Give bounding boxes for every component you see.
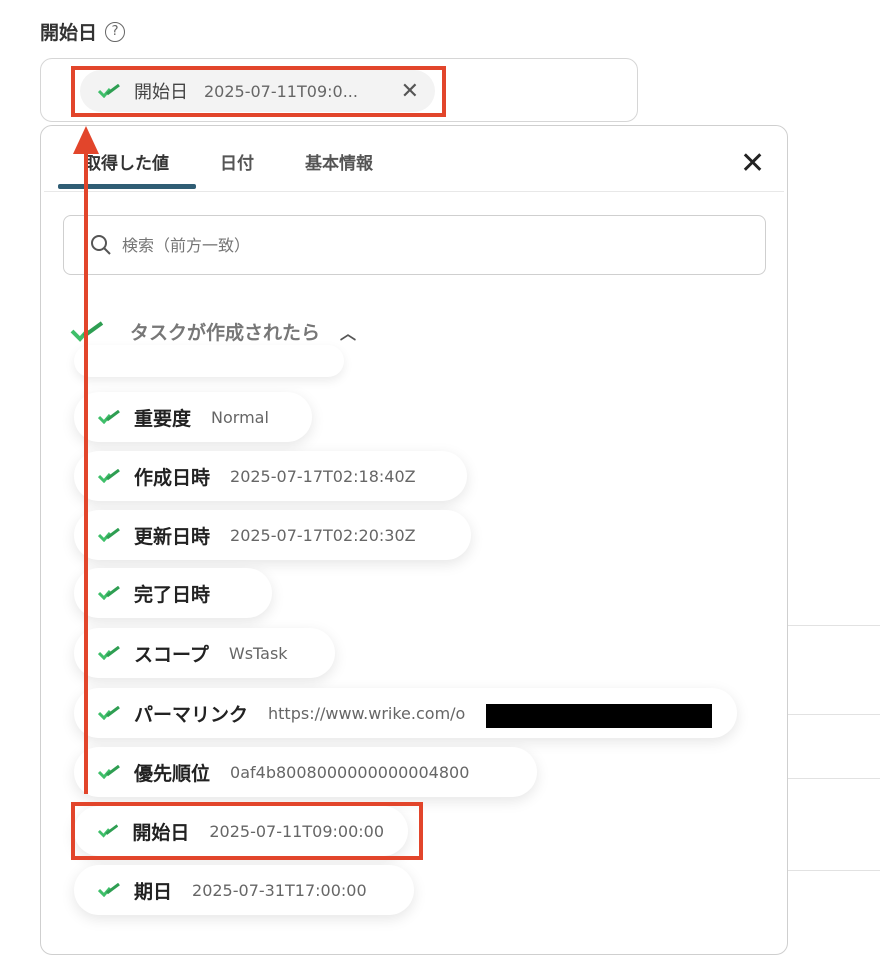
check-icon: [98, 469, 120, 483]
search-field[interactable]: [63, 215, 766, 275]
item-value: WsTask: [228, 643, 288, 663]
divider: [788, 778, 880, 779]
item-label: 優先順位: [134, 762, 211, 785]
list-item[interactable]: 優先順位 0af4b8008000000000004800: [74, 747, 537, 797]
item-label: 更新日時: [134, 525, 211, 548]
chip-label: 開始日: [134, 82, 188, 103]
item-value: https://www.wrike.com/o: [268, 703, 466, 723]
help-icon[interactable]: ?: [105, 21, 126, 42]
divider: [788, 625, 880, 626]
item-label: 作成日時: [134, 466, 211, 489]
list-item[interactable]: 期日 2025-07-31T17:00:00: [74, 865, 414, 915]
panel-tabs: 取得した値 日付 基本情報: [44, 125, 784, 192]
item-value: 2025-07-17T02:20:30Z: [230, 525, 416, 545]
check-icon: [98, 410, 120, 424]
redaction-bar: [486, 704, 712, 728]
field-label-text: 開始日: [40, 22, 98, 44]
item-label: 重要度: [134, 407, 192, 430]
field-label: 開始日 ?: [40, 18, 126, 45]
tab-basic-info[interactable]: 基本情報: [305, 149, 373, 174]
item-label: 完了日時: [134, 583, 211, 606]
item-value: 2025-07-11T09:00:00: [209, 821, 384, 841]
selected-value-chip[interactable]: 開始日 2025-07-11T09:0... ✕: [80, 70, 435, 112]
close-panel-icon[interactable]: ✕: [740, 146, 765, 181]
item-label: 開始日: [132, 821, 190, 844]
list-item[interactable]: スコープ WsTask: [74, 628, 335, 678]
item-value: 0af4b8008000000000004800: [230, 762, 470, 782]
search-input[interactable]: [120, 234, 724, 256]
list-item[interactable]: 重要度 Normal: [74, 392, 312, 442]
annotation-arrow-head-icon: [73, 126, 99, 154]
group-header[interactable]: タスクが作成されたら ︿: [70, 318, 356, 345]
item-label: 期日: [134, 880, 173, 903]
list-item[interactable]: 作成日時 2025-07-17T02:18:40Z: [74, 451, 467, 501]
item-value: 2025-07-17T02:18:40Z: [230, 466, 416, 486]
active-tab-indicator: [58, 184, 196, 189]
search-icon: [91, 235, 111, 255]
check-icon: [98, 883, 120, 897]
list-item-partial[interactable]: [74, 345, 344, 377]
tab-date[interactable]: 日付: [220, 149, 254, 174]
annotation-arrow-line: [84, 140, 88, 794]
check-icon: [98, 706, 120, 720]
item-value: Normal: [211, 407, 269, 427]
list-item[interactable]: 完了日時: [74, 568, 272, 618]
check-icon: [98, 765, 120, 779]
item-value: 2025-07-31T17:00:00: [192, 880, 367, 900]
item-label: スコープ: [134, 643, 209, 666]
list-item[interactable]: 更新日時 2025-07-17T02:20:30Z: [74, 510, 471, 560]
check-icon: [98, 586, 120, 600]
divider: [788, 870, 880, 871]
remove-chip-icon[interactable]: ✕: [401, 79, 419, 104]
item-label: パーマリンク: [134, 703, 249, 726]
check-icon: [98, 84, 120, 98]
divider: [788, 714, 880, 715]
group-title: タスクが作成されたら: [130, 322, 321, 344]
chip-value: 2025-07-11T09:0...: [204, 81, 358, 101]
check-icon: [98, 646, 120, 660]
collapse-caret-icon[interactable]: ︿: [340, 320, 356, 344]
check-icon: [98, 824, 119, 838]
check-icon: [98, 528, 120, 542]
list-item[interactable]: 開始日 2025-07-11T09:00:00: [74, 806, 408, 856]
